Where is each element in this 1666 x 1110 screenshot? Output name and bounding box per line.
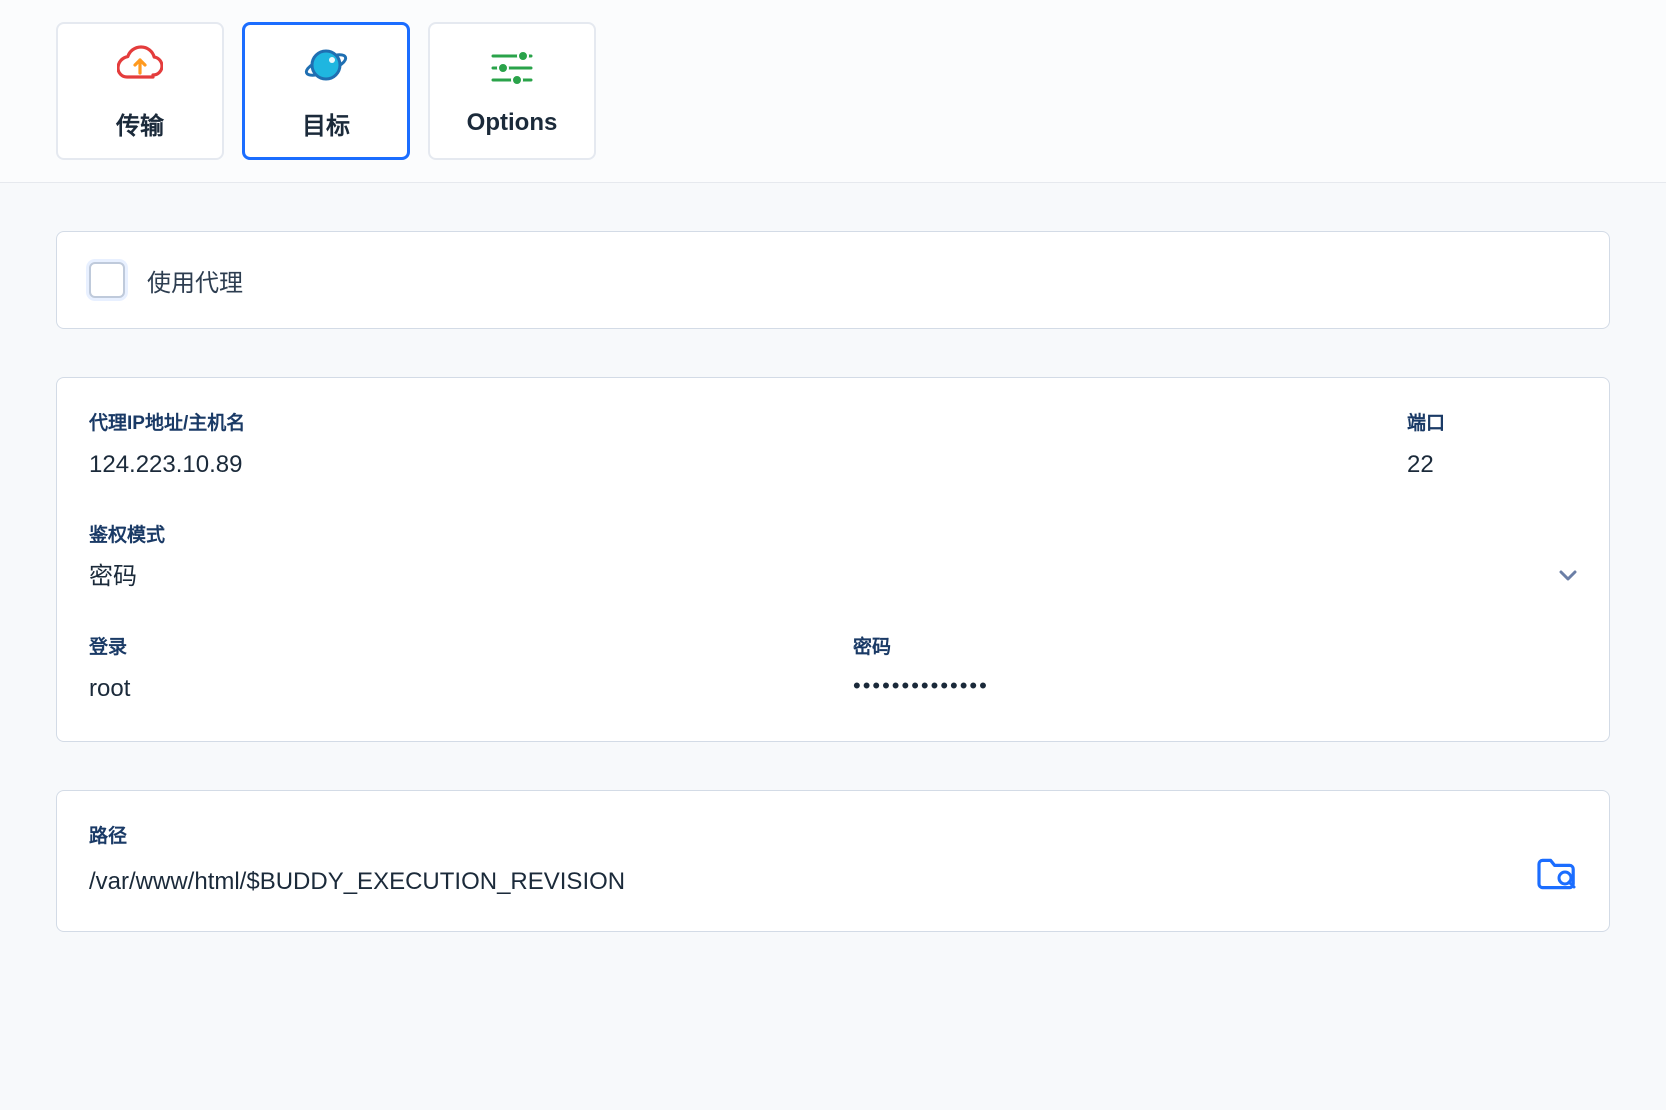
path-label: 路径 bbox=[89, 821, 1515, 848]
tab-target[interactable]: 目标 bbox=[242, 22, 410, 160]
tab-target-label: 目标 bbox=[302, 106, 350, 141]
host-input[interactable] bbox=[89, 449, 1367, 480]
content-area: 使用代理 代理IP地址/主机名 端口 鉴权模式 密码 bbox=[0, 183, 1666, 932]
cloud-upload-icon bbox=[117, 42, 163, 88]
host-field: 代理IP地址/主机名 bbox=[89, 408, 1367, 480]
use-proxy-panel: 使用代理 bbox=[56, 231, 1610, 329]
auth-mode-field: 鉴权模式 密码 bbox=[89, 520, 1577, 592]
password-label: 密码 bbox=[853, 632, 1577, 659]
browse-folder-icon[interactable] bbox=[1535, 856, 1577, 897]
server-panel: 代理IP地址/主机名 端口 鉴权模式 密码 登录 bbox=[56, 377, 1610, 742]
login-field: 登录 bbox=[89, 632, 813, 704]
auth-mode-value: 密码 bbox=[89, 561, 137, 592]
password-input[interactable]: •••••••••••••• bbox=[853, 673, 1577, 699]
auth-mode-label: 鉴权模式 bbox=[89, 520, 1577, 547]
tab-options[interactable]: Options bbox=[428, 22, 596, 160]
port-input[interactable] bbox=[1407, 449, 1577, 480]
use-proxy-label: 使用代理 bbox=[147, 263, 243, 298]
path-input[interactable] bbox=[89, 866, 1515, 897]
password-field: 密码 •••••••••••••• bbox=[853, 632, 1577, 699]
planet-icon bbox=[301, 42, 351, 88]
tab-transfer-label: 传输 bbox=[116, 106, 164, 141]
auth-mode-select[interactable]: 密码 bbox=[89, 561, 1577, 592]
login-input[interactable] bbox=[89, 673, 813, 704]
tabs-row: 传输 目标 Options bbox=[0, 0, 1666, 183]
tab-transfer[interactable]: 传输 bbox=[56, 22, 224, 160]
chevron-down-icon bbox=[1559, 566, 1577, 587]
port-field: 端口 bbox=[1407, 408, 1577, 480]
use-proxy-checkbox[interactable] bbox=[89, 262, 125, 298]
path-panel: 路径 bbox=[56, 790, 1610, 932]
sliders-icon bbox=[489, 45, 535, 91]
login-label: 登录 bbox=[89, 632, 813, 659]
host-label: 代理IP地址/主机名 bbox=[89, 408, 1367, 435]
tab-options-label: Options bbox=[467, 109, 558, 137]
port-label: 端口 bbox=[1407, 408, 1577, 435]
